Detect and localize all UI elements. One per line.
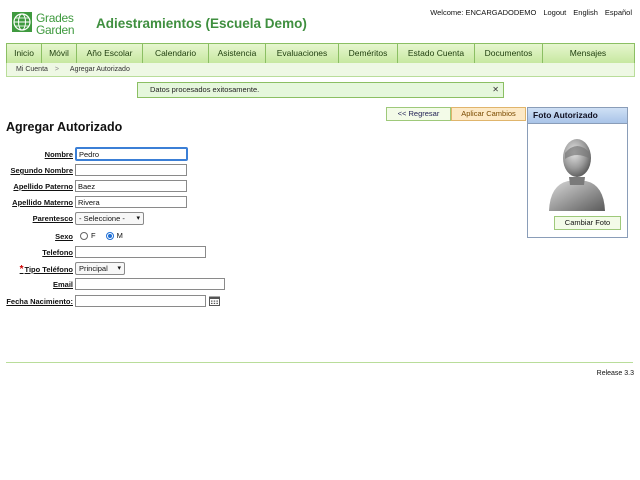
app-title: Adiestramientos (Escuela Demo) <box>96 16 307 31</box>
chevron-down-icon: ▾ <box>117 265 121 272</box>
apellido-materno-field[interactable]: Rivera <box>75 196 187 208</box>
segundo-nombre-label: Segundo Nombre <box>10 166 73 175</box>
main-navbar: Inicio Móvil Año Escolar Calendario Asis… <box>6 43 635 64</box>
apellido-materno-label: Apellido Materno <box>12 198 73 207</box>
parentesco-select[interactable]: - Seleccione - ▾ <box>75 212 144 225</box>
breadcrumb-root[interactable]: Mi Cuenta <box>16 66 48 73</box>
sexo-label: Sexo <box>55 232 73 241</box>
tipo-telefono-label-text: Tipo Teléfono <box>24 265 73 274</box>
back-button[interactable]: << Regresar <box>386 107 451 121</box>
photo-panel: Foto Autorizado Cambiar Foto <box>527 107 628 238</box>
sexo-f-radio[interactable] <box>80 231 88 240</box>
nav-calendario[interactable]: Calendario <box>143 44 209 63</box>
success-text: Datos procesados exitosamente. <box>150 85 260 94</box>
breadcrumb: Mi Cuenta > Agregar Autorizado <box>6 63 635 77</box>
logout-link[interactable]: Logout <box>543 8 566 17</box>
nav-documentos[interactable]: Documentos <box>475 44 543 63</box>
tipo-telefono-selected: Principal <box>79 264 108 273</box>
nav-ano-escolar[interactable]: Año Escolar <box>77 44 143 63</box>
tipo-telefono-select[interactable]: Principal ▾ <box>75 262 125 275</box>
nombre-label: Nombre <box>44 150 73 159</box>
apellido-paterno-label: Apellido Paterno <box>13 182 73 191</box>
change-photo-button[interactable]: Cambiar Foto <box>554 216 621 230</box>
nav-movil[interactable]: Móvil <box>42 44 77 63</box>
sexo-radio-group: F M <box>80 231 123 240</box>
nav-demeritos[interactable]: Deméritos <box>339 44 398 63</box>
globe-logo-icon <box>12 12 32 32</box>
tipo-telefono-label: *Tipo Teléfono <box>20 264 73 275</box>
sexo-m-radio[interactable] <box>105 231 114 240</box>
telefono-field[interactable] <box>75 246 206 258</box>
nav-estado-cuenta[interactable]: Estado Cuenta <box>398 44 475 63</box>
avatar <box>549 139 605 211</box>
close-icon[interactable]: ✕ <box>492 83 499 97</box>
nombre-field[interactable]: Pedro <box>75 147 188 161</box>
nav-inicio[interactable]: Inicio <box>7 44 42 63</box>
release-version: Release 3.3 <box>596 370 634 377</box>
nav-evaluaciones[interactable]: Evaluaciones <box>266 44 339 63</box>
parentesco-label: Parentesco <box>32 214 73 223</box>
nav-mensajes[interactable]: Mensajes <box>543 44 633 63</box>
apellido-paterno-field[interactable]: Baez <box>75 180 187 192</box>
nav-asistencia[interactable]: Asistencia <box>209 44 266 63</box>
spanish-link[interactable]: Español <box>605 8 632 17</box>
breadcrumb-separator: > <box>54 66 59 73</box>
app-logo[interactable]: Grades Garden <box>11 11 81 37</box>
email-field[interactable] <box>75 278 225 290</box>
photo-panel-title: Foto Autorizado <box>528 108 627 124</box>
email-label: Email <box>52 280 73 289</box>
fecha-nacimiento-field[interactable] <box>75 295 206 307</box>
welcome-text: Welcome: ENCARGADODEMO <box>430 8 537 17</box>
required-mark: * <box>19 264 24 275</box>
footer-divider <box>6 362 633 363</box>
success-message: Datos procesados exitosamente. ✕ <box>137 82 504 98</box>
sexo-f-label: F <box>91 231 96 240</box>
segundo-nombre-field[interactable] <box>75 164 187 176</box>
top-links: Welcome: ENCARGADODEMO Logout English Es… <box>430 8 632 17</box>
english-link[interactable]: English <box>573 8 598 17</box>
breadcrumb-current: Agregar Autorizado <box>69 66 130 73</box>
parentesco-selected: - Seleccione - <box>79 214 125 223</box>
telefono-label: Telefono <box>42 248 73 257</box>
fecha-nacimiento-label: Fecha Nacimiento: <box>6 297 73 306</box>
calendar-icon[interactable] <box>209 296 220 306</box>
apply-changes-button[interactable]: Aplicar Cambios <box>451 107 526 121</box>
chevron-down-icon: ▾ <box>136 215 140 222</box>
sexo-m-label: M <box>116 231 123 240</box>
logo-text-line2: Garden <box>36 23 75 37</box>
page-title: Agregar Autorizado <box>6 120 123 134</box>
